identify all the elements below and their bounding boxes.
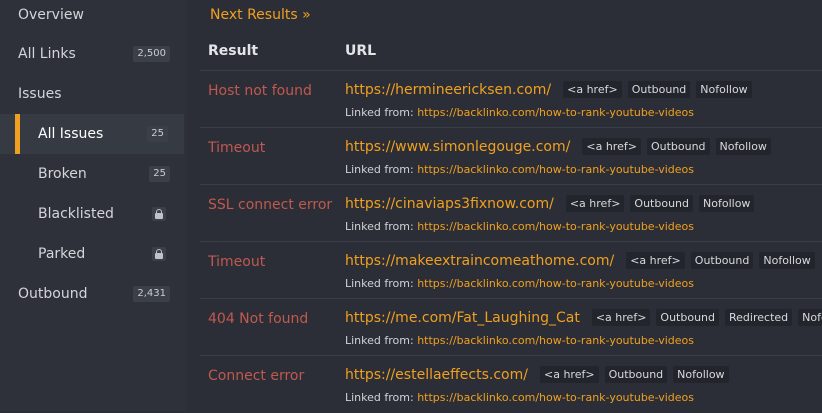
sidebar-item-broken[interactable]: Broken 25 — [0, 154, 184, 194]
result-status: Host not found — [208, 83, 312, 99]
link-tag: Nofollow — [696, 81, 752, 98]
source-link[interactable]: https://backlinko.com/how-to-rank-youtub… — [417, 391, 694, 404]
link-tag: <a href> — [591, 309, 651, 326]
link-tag: Outbound — [630, 195, 694, 212]
source-link[interactable]: https://backlinko.com/how-to-rank-youtub… — [417, 163, 694, 176]
result-status: 404 Not found — [208, 311, 309, 327]
linked-from-label: Linked from: — [345, 277, 414, 290]
sidebar-item-label: Blacklisted — [38, 206, 114, 222]
result-status: SSL connect error — [208, 197, 333, 213]
lock-icon — [152, 247, 166, 261]
result-status: Connect error — [208, 368, 305, 384]
sidebar-item-label: Issues — [18, 86, 62, 102]
result-status: Timeout — [208, 140, 266, 156]
table-row: Timeout https://makeextraincomeathome.com… — [200, 241, 822, 299]
link-tag: Outbound — [604, 366, 668, 383]
column-header-result: Result — [208, 43, 259, 59]
link-tag: Outbound — [690, 252, 754, 269]
link-tag: <a href> — [582, 138, 641, 155]
link-tag: Nofollow — [673, 366, 729, 383]
count-badge: 2,431 — [133, 286, 170, 302]
sidebar: Overview All Links 2,500 Issues All Issu… — [0, 0, 186, 411]
link-tag: <a href> — [565, 195, 625, 212]
sidebar-item-all-issues[interactable]: All Issues 25 — [0, 114, 184, 154]
url-link[interactable]: https://me.com/Fat_Laughing_Cat — [345, 310, 580, 326]
sidebar-item-label: All Issues — [38, 126, 104, 142]
lock-icon — [152, 207, 166, 221]
sidebar-item-parked[interactable]: Parked — [0, 234, 184, 274]
url-line: https://www.simonlegouge.com/ <a href> Out… — [345, 138, 771, 155]
url-link[interactable]: https://hermineericksen.com/ — [345, 82, 551, 98]
url-link[interactable]: https://www.simonlegouge.com/ — [345, 139, 570, 155]
link-tag: <a href> — [539, 366, 599, 383]
next-results-link[interactable]: Next Results » — [210, 7, 311, 23]
sidebar-item-all-links[interactable]: All Links 2,500 — [0, 34, 184, 74]
link-tag: Outbound — [646, 138, 710, 155]
linked-from: Linked from: https://backlinko.com/how-t… — [345, 277, 694, 290]
table-row: 404 Not found https://me.com/Fat_Laughing… — [200, 298, 822, 356]
link-tag: <a href> — [626, 252, 685, 269]
linked-from-label: Linked from: — [345, 334, 414, 347]
sidebar-item-overview[interactable]: Overview — [0, 0, 184, 35]
column-header-url: URL — [345, 43, 377, 59]
link-tag: Nofollow — [699, 195, 755, 212]
link-tag: Outbound — [656, 309, 720, 326]
sidebar-item-outbound[interactable]: Outbound 2,431 — [0, 274, 184, 314]
table-row: Host not found https://hermineericksen.co… — [200, 70, 822, 128]
url-link[interactable]: https://estellaeffects.com/ — [345, 367, 528, 383]
link-tag: <a href> — [563, 81, 622, 98]
url-line: https://estellaeffects.com/ <a href> Outbo… — [345, 366, 729, 383]
linked-from-label: Linked from: — [345, 220, 414, 233]
count-badge: 25 — [149, 166, 170, 182]
linked-from: Linked from: https://backlinko.com/how-t… — [345, 163, 694, 176]
source-link[interactable]: https://backlinko.com/how-to-rank-youtub… — [417, 106, 694, 119]
linked-from-label: Linked from: — [345, 391, 414, 404]
count-badge: 25 — [147, 126, 168, 142]
active-indicator — [15, 114, 20, 154]
linked-from: Linked from: https://backlinko.com/how-t… — [345, 220, 694, 233]
sidebar-item-issues[interactable]: Issues — [0, 74, 184, 114]
result-status: Timeout — [208, 254, 266, 270]
link-tag: Redirected — [725, 309, 793, 326]
sidebar-item-label: Outbound — [18, 286, 88, 302]
table-row: SSL connect error https://cinaviaps3fixno… — [200, 184, 822, 242]
table-row: Timeout https://www.simonlegouge.com/ <a h… — [200, 127, 822, 185]
url-line: https://hermineericksen.com/ <a href> Outb… — [345, 81, 752, 98]
url-link[interactable]: https://makeextraincomeathome.com/ — [345, 253, 614, 269]
count-badge: 2,500 — [133, 46, 170, 62]
linked-from-label: Linked from: — [345, 106, 414, 119]
url-line: https://me.com/Fat_Laughing_Cat <a href> O… — [345, 309, 822, 326]
url-line: https://cinaviaps3fixnow.com/ <a href> Out… — [345, 195, 755, 212]
sidebar-item-label: Overview — [18, 7, 84, 23]
link-tag: Nofollow — [715, 138, 771, 155]
url-line: https://makeextraincomeathome.com/ <a hre… — [345, 252, 815, 269]
source-link[interactable]: https://backlinko.com/how-to-rank-youtub… — [417, 277, 694, 290]
sidebar-item-label: All Links — [18, 46, 76, 62]
sidebar-item-blacklisted[interactable]: Blacklisted — [0, 194, 184, 234]
linked-from: Linked from: https://backlinko.com/how-t… — [345, 334, 694, 347]
source-link[interactable]: https://backlinko.com/how-to-rank-youtub… — [417, 334, 694, 347]
link-tag: Outbound — [627, 81, 691, 98]
linked-from: Linked from: https://backlinko.com/how-t… — [345, 106, 694, 119]
link-tag: Nofollow — [798, 309, 822, 326]
url-link[interactable]: https://cinaviaps3fixnow.com/ — [345, 196, 554, 212]
sidebar-item-label: Parked — [38, 246, 86, 262]
linked-from: Linked from: https://backlinko.com/how-t… — [345, 391, 694, 404]
results-panel: Next Results » Result URL Host not found… — [186, 0, 822, 411]
linked-from-label: Linked from: — [345, 163, 414, 176]
source-link[interactable]: https://backlinko.com/how-to-rank-youtub… — [417, 220, 694, 233]
link-tag: Nofollow — [759, 252, 815, 269]
sidebar-item-label: Broken — [38, 166, 87, 182]
table-row: Connect error https://estellaeffects.com/… — [200, 355, 822, 413]
